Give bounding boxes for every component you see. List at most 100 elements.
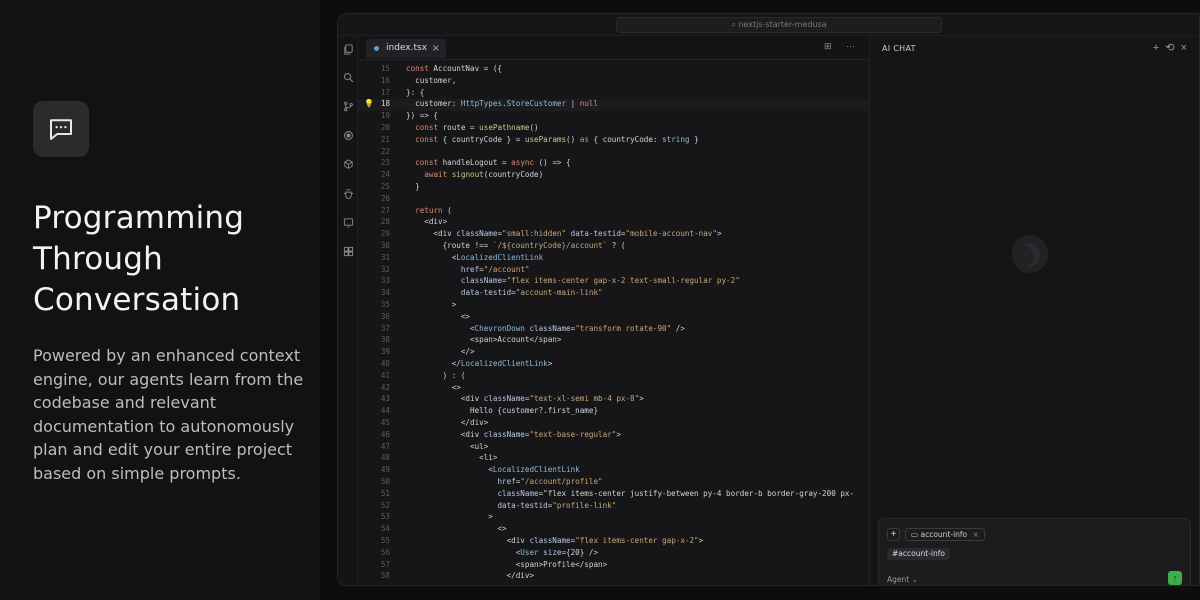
line-number: 25 xyxy=(380,182,390,191)
code-text: href="/account" xyxy=(460,264,530,274)
code-line: 57 <span>Profile</span> xyxy=(358,560,869,572)
code-text: const AccountNav = ({ xyxy=(406,64,503,73)
logo-icon xyxy=(1009,232,1051,276)
code-line: 56 <User size={20} /> xyxy=(358,548,869,560)
line-number: 37 xyxy=(380,323,390,333)
code-line: 52 data-testid="profile-link" xyxy=(358,501,869,513)
code-text: <div> xyxy=(406,217,448,227)
code-text: href="/account/profile" xyxy=(497,477,603,486)
code-text: </div> xyxy=(406,418,489,427)
code-line: 35 > xyxy=(358,300,869,312)
tab-label: index.tsx xyxy=(386,43,428,53)
chat-toolbar: + ⟲ × xyxy=(1147,41,1187,54)
editor-actions[interactable]: ⊞ ⋯ xyxy=(824,41,861,52)
code-text: </> xyxy=(406,347,475,357)
code-text: > xyxy=(406,300,457,309)
line-number: 28 xyxy=(380,217,390,227)
code-text: </LocalizedClientLink> xyxy=(406,359,553,368)
line-number: 47 xyxy=(380,441,390,451)
line-number: 35 xyxy=(380,300,390,309)
tab-index-tsx[interactable]: index.tsx × xyxy=(366,39,446,58)
new-chat-icon[interactable]: + xyxy=(1153,42,1159,54)
files-icon[interactable] xyxy=(341,42,355,56)
line-number: 31 xyxy=(380,252,390,262)
line-number: 49 xyxy=(380,465,390,475)
code-line: 45 </div> xyxy=(358,418,869,430)
code-text: <ul> xyxy=(406,441,489,451)
line-number: 17 xyxy=(380,87,390,97)
close-icon[interactable]: × xyxy=(1181,42,1187,54)
code-text: }: { xyxy=(406,87,425,97)
close-icon[interactable]: × xyxy=(432,39,440,58)
code-text: customer, xyxy=(406,75,457,85)
line-number: 53 xyxy=(380,512,390,522)
line-number: 18 xyxy=(380,99,390,109)
hero-title-line: Programming xyxy=(33,200,245,236)
code-line: 29 <div className="small:hidden" data-te… xyxy=(358,229,869,241)
line-number: 20 xyxy=(380,123,390,132)
code-line: 50 href="/account/profile" xyxy=(358,477,869,489)
bug-icon[interactable] xyxy=(341,186,355,200)
source-control-icon[interactable] xyxy=(341,99,355,113)
code-area[interactable]: 15 const AccountNav = ({16 customer, 17}: … xyxy=(358,64,869,585)
code-text: <LocalizedClientLink xyxy=(406,252,544,262)
code-line: 39 </> xyxy=(358,347,869,359)
line-number: 23 xyxy=(380,158,390,168)
code-line: 28 <div> xyxy=(358,217,869,229)
history-icon[interactable]: ⟲ xyxy=(1165,42,1174,54)
search-icon[interactable] xyxy=(341,70,355,84)
line-number: 44 xyxy=(380,406,390,416)
code-text: return ( xyxy=(415,205,452,215)
chat-composer[interactable]: + ▭ account-info × #account-info Agent ⌄… xyxy=(878,518,1191,585)
code-text: data-testid="account-main-link" xyxy=(460,288,603,298)
line-number: 58 xyxy=(380,571,390,581)
message-square-icon xyxy=(33,101,89,157)
line-number: 57 xyxy=(380,559,390,569)
code-text: <LocalizedClientLink xyxy=(406,465,580,475)
mode-selector[interactable]: Agent ⌄ xyxy=(887,575,918,584)
code-line: 25 } xyxy=(358,182,869,194)
code-line: 47 <ul> xyxy=(358,442,869,454)
activity-bar xyxy=(338,36,358,585)
line-number: 52 xyxy=(380,500,390,510)
code-line: 46 <div className="text-base-regular"> xyxy=(358,430,869,442)
code-text: {route !== `/${countryCode}/account` ? ( xyxy=(406,241,626,250)
line-number: 27 xyxy=(380,205,390,215)
code-line: 41 ) : ( xyxy=(358,371,869,383)
code-text: <span>Account</span> xyxy=(406,335,562,345)
line-number: 34 xyxy=(380,288,390,298)
run-debug-icon[interactable] xyxy=(341,128,355,142)
code-text: } xyxy=(406,182,420,191)
code-text: const { countryCode } = useParams() as {… xyxy=(415,134,699,144)
command-search[interactable]: ⌕ nextjs-starter-medusa xyxy=(616,17,942,33)
code-text: <div className="text-xl-semi mb-4 px-8"> xyxy=(406,394,644,404)
code-text: className="flex items-center gap-x-2 tex… xyxy=(460,276,740,286)
code-line: 30 {route !== `/${countryCode}/account` … xyxy=(358,241,869,253)
code-text: > xyxy=(406,512,493,522)
code-line: 40 </LocalizedClientLink> xyxy=(358,359,869,371)
code-line: 36 <> xyxy=(358,312,869,324)
close-icon[interactable]: × xyxy=(973,530,979,539)
code-line: 16 customer, xyxy=(358,76,869,88)
mode-label: Agent xyxy=(887,575,910,584)
code-text: }) => { xyxy=(406,111,439,121)
remote-icon[interactable] xyxy=(341,215,355,229)
hero-title: Programming Through Conversation xyxy=(33,198,303,321)
extensions-icon[interactable] xyxy=(341,157,355,171)
add-context-button[interactable]: + xyxy=(887,528,900,541)
code-line: 51 className="flex items-center justify-… xyxy=(358,489,869,501)
code-text: <> xyxy=(406,311,471,321)
line-number: 21 xyxy=(380,134,390,144)
code-line: 22 xyxy=(358,147,869,159)
send-button[interactable]: ↑ xyxy=(1168,571,1182,585)
line-number: 29 xyxy=(380,229,390,239)
context-chip-label: account-info xyxy=(920,530,968,539)
code-line: 24 await signout(countryCode) xyxy=(358,170,869,182)
code-line: 26 xyxy=(358,194,869,206)
context-chip[interactable]: ▭ account-info × xyxy=(905,528,985,541)
grid-icon[interactable] xyxy=(341,244,355,258)
code-line: 💡 18 customer: HttpTypes.StoreCustomer | … xyxy=(358,99,869,112)
code-line: 43 <div className="text-xl-semi mb-4 px-… xyxy=(358,394,869,406)
line-number: 19 xyxy=(380,111,390,121)
code-line: 58 </div> xyxy=(358,571,869,583)
